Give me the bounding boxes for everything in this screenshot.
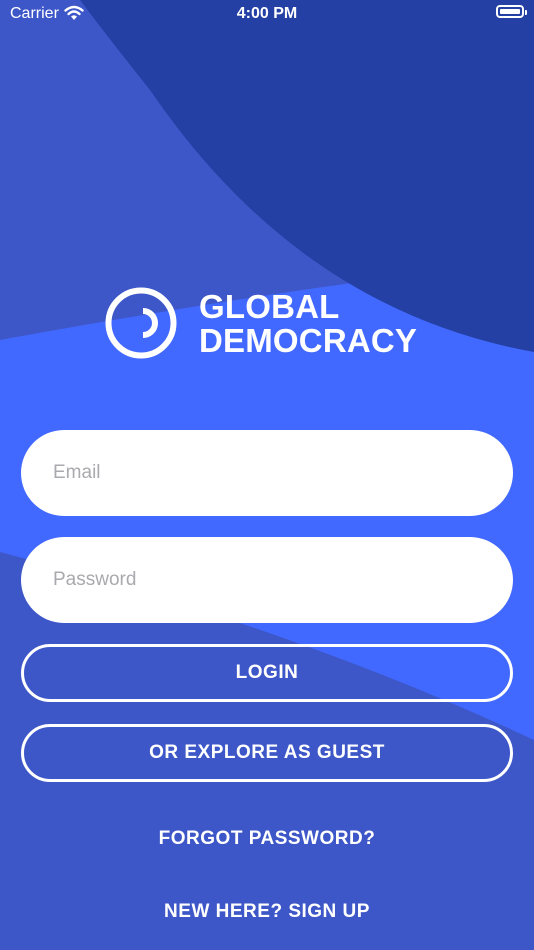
global-democracy-logo-icon [105, 287, 177, 359]
logo-wordmark: GLOBAL DEMOCRACY [199, 290, 417, 358]
password-field[interactable] [21, 537, 513, 623]
clock-time: 4:00 PM [236, 5, 298, 22]
forgot-password-link[interactable]: FORGOT PASSWORD? [0, 828, 534, 850]
sign-up-link[interactable]: NEW HERE? SIGN UP [0, 901, 534, 923]
battery-icon [496, 5, 527, 18]
explore-as-guest-button[interactable]: OR EXPLORE AS GUEST [21, 724, 513, 782]
logo-line-democracy: DEMOCRACY [199, 322, 418, 359]
login-screen: Carrier 4:00 PM GLOBAL DEMOCRACY LOGIN O… [0, 0, 534, 950]
status-bar: Carrier 4:00 PM [0, 0, 534, 28]
logo-line-global: GLOBAL [199, 288, 340, 325]
email-field[interactable] [21, 430, 513, 516]
login-button[interactable]: LOGIN [21, 644, 513, 702]
